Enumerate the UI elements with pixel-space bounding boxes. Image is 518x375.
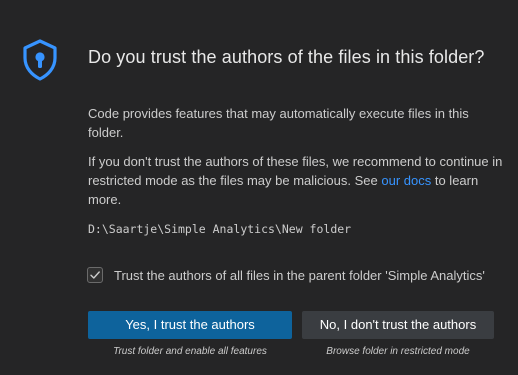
trust-button-caption: Trust folder and enable all features: [113, 346, 267, 357]
dont-trust-authors-button[interactable]: No, I don't trust the authors: [302, 311, 494, 339]
dialog-title: Do you trust the authors of the files in…: [88, 47, 485, 67]
trust-parent-label[interactable]: Trust the authors of all files in the pa…: [114, 268, 485, 283]
dont-trust-button-caption: Browse folder in restricted mode: [326, 346, 470, 357]
dialog-warning-text: If you don't trust the authors of these …: [88, 152, 506, 209]
dialog-description: Code provides features that may automati…: [88, 106, 469, 140]
folder-path: D:\Saartje\Simple Analytics\New folder: [88, 222, 352, 236]
trust-authors-button[interactable]: Yes, I trust the authors: [88, 311, 292, 339]
trust-parent-checkbox[interactable]: [87, 267, 103, 283]
shield-lock-icon: [20, 38, 60, 82]
docs-link[interactable]: our docs: [381, 173, 431, 188]
workspace-trust-dialog: Do you trust the authors of the files in…: [0, 0, 518, 375]
checkmark-icon: [90, 271, 100, 279]
